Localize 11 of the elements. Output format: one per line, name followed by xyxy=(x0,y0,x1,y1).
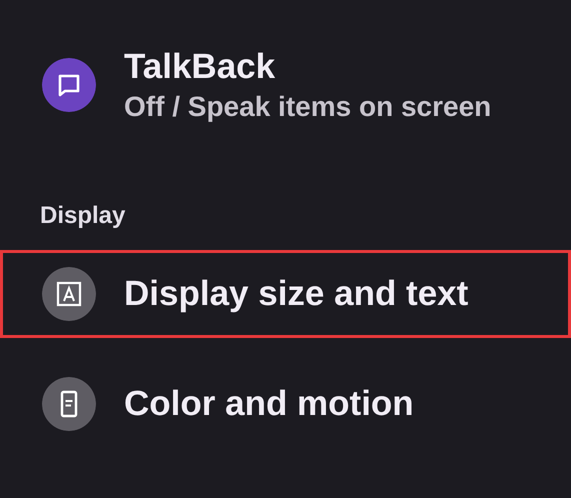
speech-bubble-icon xyxy=(42,58,96,112)
item-subtitle: Off / Speak items on screen xyxy=(124,91,492,123)
section-header: Display xyxy=(39,202,126,230)
item-title: Color and motion xyxy=(124,384,414,424)
highlight-frame[interactable]: Display size and text xyxy=(0,250,571,338)
phone-icon xyxy=(42,377,96,431)
item-title: Display size and text xyxy=(124,274,468,314)
settings-item[interactable]: TalkBack Off / Speak items on screen xyxy=(0,30,571,140)
item-title: TalkBack xyxy=(124,47,276,87)
text-size-icon xyxy=(42,267,96,321)
settings-item[interactable]: Color and motion xyxy=(0,360,571,448)
